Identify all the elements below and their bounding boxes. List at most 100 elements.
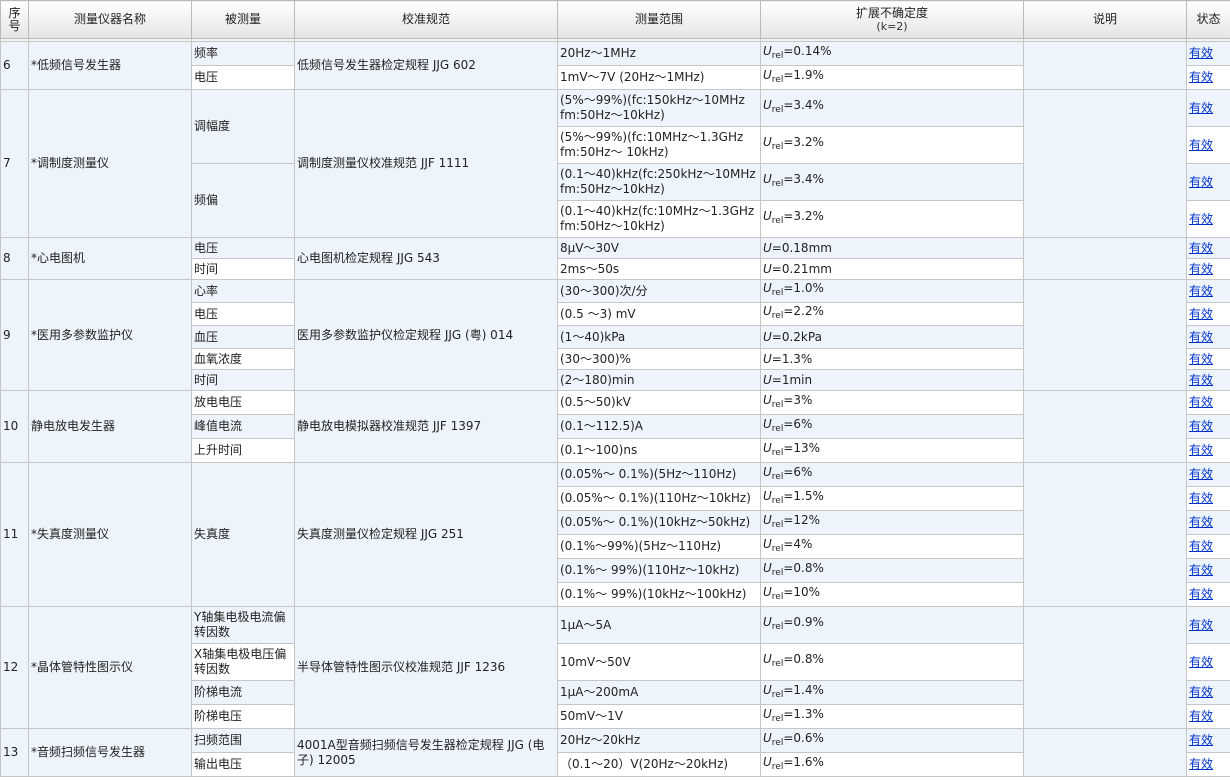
status-link[interactable]: 有效 [1189,101,1213,115]
status-link[interactable]: 有效 [1189,373,1213,387]
note-cell [1023,728,1187,777]
uncertainty-subscript: rel [771,216,784,226]
range-cell: (0.05%～ 0.1%)(5Hz～110Hz) [557,462,761,487]
status-cell: 有效 [1186,237,1230,259]
quantity-cell: 上升时间 [191,438,295,463]
table-row: 8 *心电图机 电压 心电图机检定规程 JJG 543 8μV～30V U=0.18mm 有… [0,237,1230,280]
status-link[interactable]: 有效 [1189,284,1213,298]
quantity-cell: 输出电压 [191,752,295,777]
status-cell: 有效 [1186,89,1230,127]
uncertainty-value: =3% [783,392,813,407]
status-link[interactable]: 有效 [1189,539,1213,553]
uncertainty-value: =1.9% [783,67,824,82]
status-link[interactable]: 有效 [1189,655,1213,669]
quantity-cell: 血压 [191,325,295,349]
status-cell: 有效 [1186,65,1230,90]
status-link[interactable]: 有效 [1189,467,1213,481]
uncertainty-cell: Urel=1.5% [760,486,1024,511]
status-link[interactable]: 有效 [1189,212,1213,226]
uncertainty-subscript: rel [771,543,784,554]
uncertainty-value: =3.2% [783,209,824,223]
uncertainty-symbol: U [763,240,772,255]
uncertainty-cell: Urel=1.9% [760,65,1024,90]
uncertainty-subscript: rel [771,519,784,530]
status-cell: 有效 [1186,163,1230,201]
range-cell: (5%～99%)(fc:10MHz～1.3GHz fm:50Hz～ 10kHz) [557,126,761,164]
status-link[interactable]: 有效 [1189,241,1213,255]
table-row: 12 *晶体管特性图示仪 Y轴集电极电流偏转因数 半导体管特性图示仪校准规范 JJF … [0,606,1230,729]
uncertainty-symbol: U [763,488,772,503]
instrument-name-cell: *调制度测量仪 [28,89,192,238]
uncertainty-value: =0.2kPa [771,329,822,344]
uncertainty-value: =3.4% [783,172,824,186]
status-link[interactable]: 有效 [1189,587,1213,601]
status-link[interactable]: 有效 [1189,307,1213,321]
status-cell: 有效 [1186,728,1230,753]
status-cell: 有效 [1186,558,1230,583]
uncertainty-symbol: U [763,281,772,295]
status-link[interactable]: 有效 [1189,563,1213,577]
status-link[interactable]: 有效 [1189,515,1213,529]
status-link[interactable]: 有效 [1189,709,1213,723]
range-cell: (5%～99%)(fc:150kHz～10MHz fm:50Hz～10kHz) [557,89,761,127]
uncertainty-value: =1.0% [783,281,824,295]
status-cell: 有效 [1186,438,1230,463]
uncertainty-subscript: rel [771,471,784,482]
range-cell: (2～180)min [557,369,761,391]
status-link[interactable]: 有效 [1189,618,1213,632]
status-link[interactable]: 有效 [1189,138,1213,152]
status-link[interactable]: 有效 [1189,46,1213,60]
status-link[interactable]: 有效 [1189,330,1213,344]
range-cell: (0.1%～ 99%)(10kHz～100kHz) [557,582,761,607]
note-cell [1023,390,1187,463]
seq-cell: 11 [0,462,29,607]
status-link[interactable]: 有效 [1189,262,1213,276]
quantity-cell: 心率 [191,279,295,303]
header-note: 说明 [1023,0,1187,39]
quantity-cell: 峰值电流 [191,414,295,439]
seq-cell: 9 [0,279,29,391]
note-cell [1023,606,1187,729]
uncertainty-symbol: U [763,536,772,551]
status-link[interactable]: 有效 [1189,733,1213,747]
table-row: 6 *低频信号发生器 频率 低频信号发生器检定规程 JJG 602 20Hz～1MHz U… [0,41,1230,90]
uncertainty-value: =0.21mm [771,261,832,276]
uncertainty-cell: Urel=0.6% [760,728,1024,753]
uncertainty-cell: Urel=4% [760,534,1024,559]
status-link[interactable]: 有效 [1189,352,1213,366]
range-cell: (0.1～40)kHz(fc:10MHz～1.3GHz fm:50Hz～10kH… [557,200,761,238]
status-link[interactable]: 有效 [1189,419,1213,433]
quantity-cell: 阶梯电压 [191,704,295,729]
uncertainty-value: =0.18mm [771,240,832,255]
uncertainty-symbol: U [763,43,772,58]
status-link[interactable]: 有效 [1189,685,1213,699]
uncertainty-value: =3.4% [783,98,824,112]
status-cell: 有效 [1186,414,1230,439]
uncertainty-subscript: rel [771,288,784,298]
status-cell: 有效 [1186,462,1230,487]
instrument-name-cell: *晶体管特性图示仪 [28,606,192,729]
status-link[interactable]: 有效 [1189,491,1213,505]
uncertainty-subscript: rel [771,737,784,748]
uncertainty-subscript: rel [771,495,784,506]
range-cell: 10mV～50V [557,643,761,681]
uncertainty-symbol: U [763,304,772,318]
uncertainty-value: =6% [783,416,813,431]
status-link[interactable]: 有效 [1189,757,1213,771]
status-link[interactable]: 有效 [1189,443,1213,457]
status-cell: 有效 [1186,510,1230,535]
status-link[interactable]: 有效 [1189,70,1213,84]
uncertainty-value: =4% [783,536,813,551]
uncertainty-symbol: U [763,172,772,186]
range-cell: (0.05%～ 0.1%)(110Hz～10kHz) [557,486,761,511]
uncertainty-symbol: U [763,560,772,575]
seq-cell: 6 [0,41,29,90]
uncertainty-subscript: rel [771,622,784,632]
header-range: 测量范围 [557,0,761,39]
uncertainty-symbol: U [763,392,772,407]
status-link[interactable]: 有效 [1189,395,1213,409]
range-cell: (0.1%～ 99%)(110Hz～10kHz) [557,558,761,583]
status-link[interactable]: 有效 [1189,175,1213,189]
uncertainty-symbol: U [763,261,772,276]
quantity-cell: 电压 [191,65,295,90]
